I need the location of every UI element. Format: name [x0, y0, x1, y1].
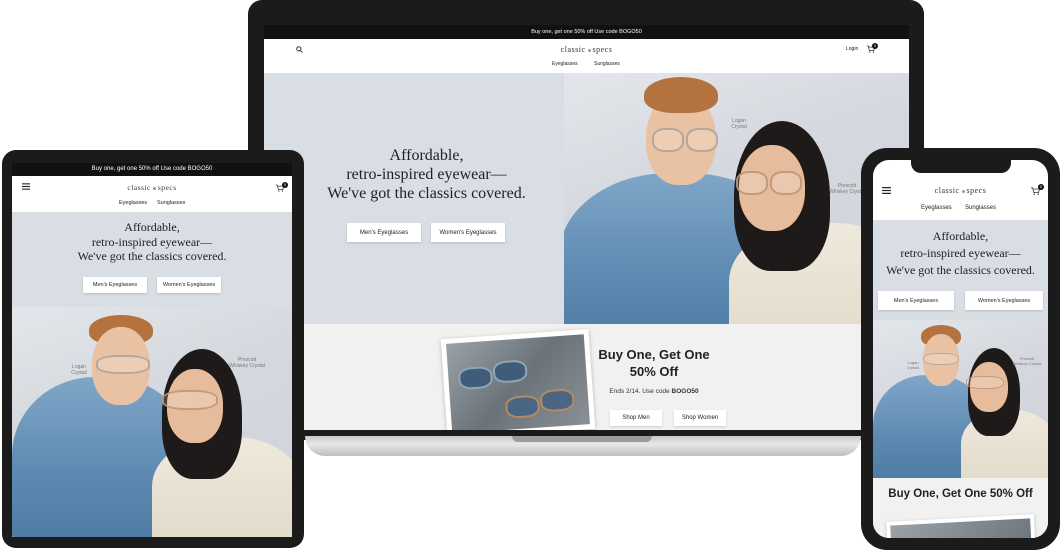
tablet-hero-line-3: We've got the classics covered. — [77, 249, 227, 263]
bogo-title: Buy One, Get One 50% Off — [594, 346, 714, 380]
nav-sunglasses[interactable]: Sunglasses — [594, 61, 620, 67]
tablet-womens-button[interactable]: Women's Eyeglasses — [157, 277, 221, 293]
tablet-logo-right: specs — [157, 183, 177, 192]
tablet-hero: Affordable, retro-inspired eyewear— We'v… — [12, 212, 292, 537]
site-header: classic specs Login 0 Eyeglasses Sunglass… — [264, 39, 909, 73]
phone-prescott-label: Prescott Whiskey Crystal — [1012, 356, 1042, 366]
hero-line-2: retro-inspired eyewear— — [346, 166, 507, 183]
mens-eyeglasses-button[interactable]: Men's Eyeglasses — [347, 223, 421, 242]
phone-notch — [911, 160, 1011, 173]
bogo-title-line-1: Buy One, Get One — [598, 347, 710, 362]
tablet-nav-sunglasses[interactable]: Sunglasses — [157, 200, 185, 206]
site-logo[interactable]: classic specs — [264, 45, 909, 54]
bogo-title-line-2: 50% Off — [629, 364, 679, 379]
sunglasses-photo — [440, 328, 596, 430]
hero-line-1: Affordable, — [389, 147, 464, 164]
nav-eyeglasses[interactable]: Eyeglasses — [552, 61, 578, 67]
hero-photo: Logan Crystal Prescott Whiskey Crystal — [564, 73, 909, 324]
phone-hero-heading: Affordable, retro-inspired eyewear— We'v… — [873, 228, 1048, 279]
tablet-man-glasses — [96, 355, 150, 374]
phone-logan-label: Logan Crystal — [906, 360, 920, 370]
tablet-nav-eyeglasses[interactable]: Eyeglasses — [119, 200, 147, 206]
phone-man-glasses — [923, 353, 959, 365]
phone-hero-line-3: We've got the classics covered. — [886, 263, 1035, 277]
tablet-screen: Buy one, get one 50% off Use code BOGO50… — [12, 163, 292, 537]
login-link[interactable]: Login — [846, 46, 858, 52]
tablet-logan-label: Logan Crystal — [71, 364, 87, 376]
hero-heading: Affordable, retro-inspired eyewear— We'v… — [304, 146, 549, 203]
cart-count-badge: 0 — [872, 43, 878, 49]
phone-site-logo[interactable]: classic specs — [873, 186, 1048, 195]
phone-hero-photo: Logan Crystal Prescott Whiskey Crystal — [873, 320, 1048, 478]
tablet-site-logo[interactable]: classic specs — [12, 183, 292, 192]
phone-logo-dot — [961, 189, 965, 193]
logo-dot — [587, 48, 591, 52]
man-glasses — [652, 128, 684, 152]
bogo-section: Buy One, Get One 50% Off Ends 2/14. Use … — [264, 324, 909, 430]
shop-women-button[interactable]: Shop Women — [674, 410, 726, 426]
laptop-screen: Buy one, get one 50% off Use code BOGO50… — [264, 25, 909, 430]
man-glasses-right — [686, 128, 718, 152]
phone-woman-glasses — [966, 376, 1004, 389]
hero-section: Affordable, retro-inspired eyewear— We'v… — [264, 73, 909, 324]
phone-hero-line-1: Affordable, — [932, 229, 989, 243]
woman-glasses — [736, 171, 768, 195]
logan-frame-label: Logan Crystal — [731, 118, 747, 130]
shop-men-button[interactable]: Shop Men — [610, 410, 662, 426]
tablet-woman-glasses — [162, 390, 218, 410]
tablet-mens-button[interactable]: Men's Eyeglasses — [83, 277, 147, 293]
tablet-hero-photo: Logan Crystal Prescott Whiskey Crystal — [12, 307, 292, 537]
man-hair — [644, 77, 718, 113]
laptop-notch — [512, 436, 652, 442]
tablet-logo-dot — [152, 186, 156, 190]
phone-hero: Affordable, retro-inspired eyewear— We'v… — [873, 220, 1048, 478]
phone-bogo-title: Buy One, Get One 50% Off — [888, 488, 1033, 500]
phone-nav-sunglasses[interactable]: Sunglasses — [965, 205, 996, 211]
phone-bogo-section: Buy One, Get One 50% Off — [873, 478, 1048, 538]
tablet-hero-line-1: Affordable, — [124, 220, 180, 234]
bogo-ends-text: Ends 2/14. Use code BOGO50 — [594, 388, 714, 395]
phone-hero-line-2: retro-inspired eyewear— — [900, 246, 1021, 260]
tablet-prescott-label: Prescott Whiskey Crystal — [229, 357, 265, 369]
hero-line-3: We've got the classics covered. — [327, 185, 526, 202]
woman-glasses-right — [770, 171, 802, 195]
tablet-cart-count: 0 — [282, 182, 288, 188]
phone-womens-button[interactable]: Women's Eyeglasses — [965, 291, 1043, 310]
phone-cart-count: 0 — [1038, 184, 1044, 190]
bogo-ends-label: Ends 2/14. Use code — [609, 388, 672, 395]
phone-logo-left: classic — [934, 186, 960, 195]
womens-eyeglasses-button[interactable]: Women's Eyeglasses — [431, 223, 505, 242]
logo-left-text: classic — [560, 45, 586, 54]
phone-sunglasses-photo — [886, 514, 1036, 538]
bogo-code: BOGO50 — [671, 388, 699, 395]
phone-screen: classic specs 0 Eyeglasses Sunglasses Aff… — [873, 160, 1048, 538]
logo-right-text: specs — [592, 45, 613, 54]
promo-bar: Buy one, get one 50% off Use code BOGO50 — [264, 25, 909, 39]
tablet-promo-bar: Buy one, get one 50% off Use code BOGO50 — [12, 163, 292, 176]
tablet-hero-line-2: retro-inspired eyewear— — [91, 234, 213, 249]
phone-mens-button[interactable]: Men's Eyeglasses — [878, 291, 954, 310]
tablet-logo-left: classic — [127, 183, 151, 192]
phone-nav-eyeglasses[interactable]: Eyeglasses — [921, 205, 952, 211]
tablet-hero-heading: Affordable, retro-inspired eyewear— We'v… — [12, 220, 292, 264]
phone-logo-right: specs — [966, 186, 987, 195]
